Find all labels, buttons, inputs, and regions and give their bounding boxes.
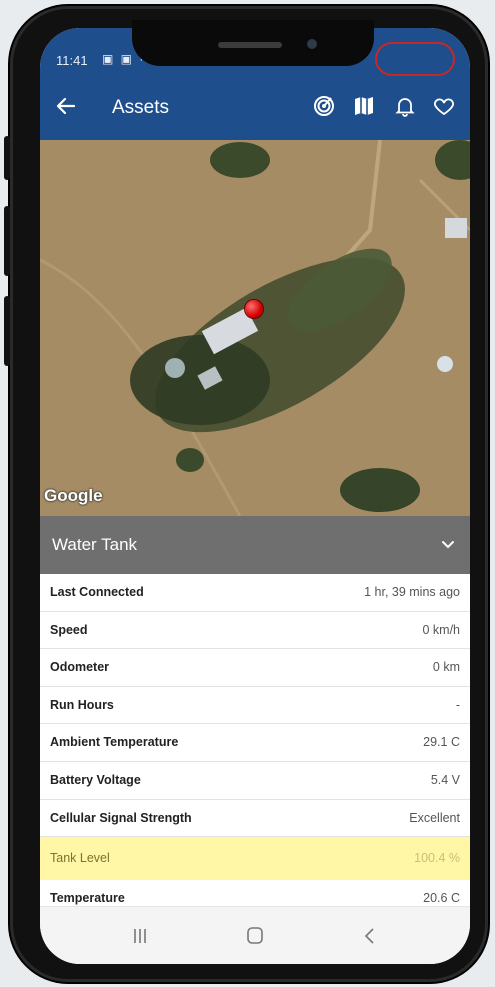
- detail-row-last-connected: Last Connected 1 hr, 39 mins ago: [40, 574, 470, 612]
- heart-icon[interactable]: [432, 94, 456, 118]
- status-time: 11:41: [56, 53, 88, 68]
- detail-row-odometer: Odometer 0 km: [40, 649, 470, 687]
- detail-label: Speed: [50, 622, 88, 637]
- detail-label: Odometer: [50, 660, 110, 675]
- detail-row-speed: Speed 0 km/h: [40, 611, 470, 650]
- detail-value: 20.6 C: [423, 891, 460, 906]
- volume-up-button: [4, 206, 10, 276]
- back-nav-icon[interactable]: [358, 925, 382, 947]
- detail-value: 1 hr, 39 mins ago: [364, 585, 460, 599]
- detail-label: Run Hours: [50, 697, 114, 712]
- detail-value: 0 km: [432, 660, 460, 675]
- detail-label: Tank Level: [50, 851, 110, 866]
- page-title: Assets: [112, 97, 170, 118]
- detail-label: Last Connected: [50, 585, 144, 599]
- satellite-map[interactable]: Google: [40, 140, 470, 516]
- detail-row-cellular-signal: Cellular Signal Strength Excellent: [40, 799, 470, 838]
- detail-row-tank-level: Tank Level 100.4 %: [40, 837, 470, 881]
- detail-row-battery-voltage: Battery Voltage 5.4 V: [40, 761, 470, 800]
- detail-value: 29.1 C: [423, 735, 460, 750]
- detail-label: Temperature: [50, 891, 125, 906]
- detail-row-ambient-temperature: Ambient Temperature 29.1 C: [40, 724, 470, 762]
- status-pill: [375, 42, 455, 76]
- side-button: [4, 136, 10, 180]
- detail-label: Ambient Temperature: [50, 735, 179, 750]
- speaker: [218, 42, 282, 48]
- chevron-down-icon[interactable]: [440, 536, 456, 552]
- asset-header[interactable]: Water Tank: [40, 516, 470, 574]
- detail-value: 5.4 V: [430, 772, 460, 787]
- volume-down-button: [4, 296, 10, 366]
- back-arrow-icon[interactable]: [54, 94, 78, 118]
- recent-apps-icon[interactable]: [128, 925, 152, 947]
- map-icon[interactable]: [352, 94, 376, 118]
- front-camera: [307, 39, 317, 49]
- detail-value: 0 km/h: [422, 622, 460, 637]
- detail-value: -: [455, 697, 460, 712]
- detail-value: Excellent: [409, 810, 460, 825]
- map-imagery: [40, 140, 470, 516]
- google-attribution: Google: [44, 486, 103, 505]
- detail-row-run-hours: Run Hours -: [40, 686, 470, 725]
- asset-location-marker[interactable]: [245, 300, 263, 318]
- radar-icon[interactable]: [312, 94, 336, 118]
- home-icon[interactable]: [243, 925, 267, 947]
- details-list: Last Connected 1 hr, 39 mins ago Speed 0…: [40, 574, 470, 918]
- screen: 11:41 ▣ ▣ · Assets Google Water Tank Las…: [40, 28, 470, 964]
- asset-name: Water Tank: [52, 535, 138, 554]
- detail-label: Battery Voltage: [50, 772, 141, 787]
- detail-value: 100.4 %: [414, 851, 460, 866]
- detail-label: Cellular Signal Strength: [50, 810, 192, 825]
- system-nav-bar: [40, 906, 470, 964]
- camera-notch: [132, 20, 374, 66]
- bell-icon[interactable]: [393, 94, 417, 118]
